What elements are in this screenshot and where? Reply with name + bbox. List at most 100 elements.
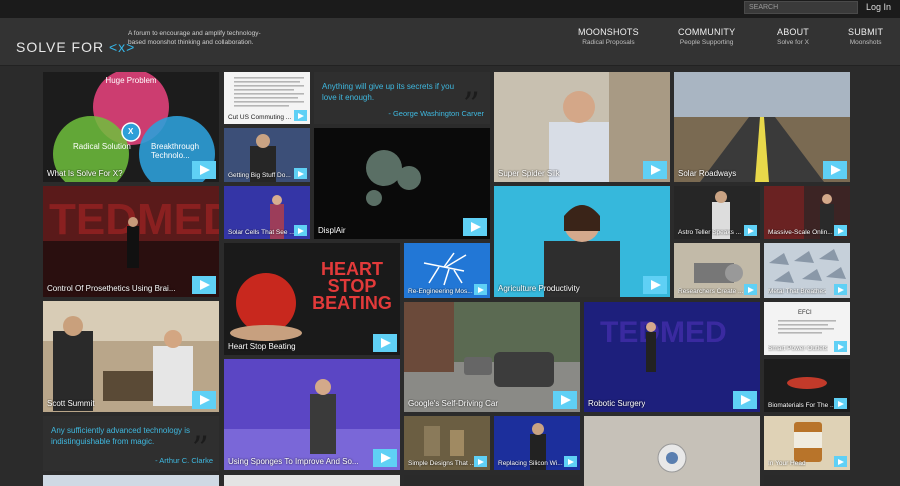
play-icon[interactable] [744,284,757,295]
play-icon[interactable] [192,391,216,409]
tile-caption: Astro Teller Speaks ... [678,229,742,236]
play-icon[interactable] [643,161,667,179]
tile-caption: Simple Designs That ... [408,460,476,467]
tile-getting-big-stuff-done[interactable]: Getting Big Stuff Do... [224,128,310,182]
tile-caption: Using Sponges To Improve And So... [228,457,359,466]
tile-solar-roadways[interactable]: Solar Roadways [674,72,850,182]
tile-partial[interactable] [764,475,850,486]
tile-caption: Biomaterials For The ... [768,402,836,409]
play-icon[interactable] [834,398,847,409]
tile-simple-designs[interactable]: Simple Designs That ... [404,416,490,470]
tile-solar-cells[interactable]: Solar Cells That See ... [224,186,310,239]
tile-smart-power-outlets[interactable]: EFCI Smart Power Outlets [764,302,850,355]
tile-caption: Robotic Surgery [588,399,646,408]
quote-clarke[interactable]: Any sufficiently advanced technology is … [43,416,219,471]
site-header: SOLVE FOR <x> A forum to encourage and a… [0,18,900,66]
play-icon[interactable] [553,391,577,409]
tile-robotic-surgery[interactable]: TEDMED Robotic Surgery [584,302,760,412]
tile-massive-scale-online[interactable]: Massive-Scale Onlin... [764,186,850,239]
play-icon[interactable] [463,218,487,236]
nav-title: COMMUNITY [678,27,736,37]
tile-agriculture-productivity[interactable]: Agriculture Productivity [494,186,670,297]
nav-moonshots[interactable]: MOONSHOTS Radical Proposals [578,27,639,46]
play-icon[interactable] [834,341,847,352]
play-icon[interactable] [834,284,847,295]
play-icon[interactable] [834,456,847,467]
tile-google-self-driving-car[interactable]: Google's Self-Driving Car [404,302,580,412]
tile-caption: Replacing Silicon Wi... [498,460,563,467]
tile-caption: Agriculture Productivity [498,284,580,293]
play-icon[interactable] [192,276,216,294]
nav-community[interactable]: COMMUNITY People Supporting [678,27,735,46]
nav-subtitle: Radical Proposals [582,39,635,46]
tile-astro-teller[interactable]: Astro Teller Speaks ... [674,186,760,239]
tile-super-spider-silk[interactable]: Super Spider Silk [494,72,670,182]
tile-using-sponges[interactable]: Using Sponges To Improve And So... [224,359,400,470]
quote-text: Anything will give up its secrets if you… [322,82,455,102]
tile-partial[interactable] [224,475,400,486]
tile-caption: Solar Roadways [678,169,737,178]
logo-text: SOLVE FOR [16,39,105,55]
tile-caption: Heart Stop Beating [228,342,296,351]
tile-caption: Solar Cells That See ... [228,229,295,236]
quote-carver[interactable]: Anything will give up its secrets if you… [314,72,490,124]
nav-subtitle: Moonshots [849,39,882,46]
logo[interactable]: SOLVE FOR <x> [16,39,135,55]
tile-researchers-create[interactable]: Researchers Create ... [674,243,760,298]
play-icon[interactable] [294,168,307,179]
nav-subtitle: People Supporting [679,39,734,46]
tile-caption: Metal That Breathes [768,288,827,295]
tile-caption: What Is Solve For X? [47,169,123,178]
tile-caption: Super Spider Silk [498,169,560,178]
tile-caption: Massive-Scale Onlin... [768,229,833,236]
login-link[interactable]: Log In [866,2,891,12]
diagram-tech-label: Breakthrough Technolo... [151,142,200,160]
tile-caption: DisplAir [318,226,346,235]
robot-image [584,416,760,486]
diagram-x-label: X [128,127,134,136]
play-icon[interactable] [294,110,307,121]
nav-submit[interactable]: SUBMIT Moonshots [848,27,883,46]
nav-title: ABOUT [777,27,810,37]
play-icon[interactable] [294,225,307,236]
quote-author: - Arthur C. Clarke [155,456,213,465]
tile-partial[interactable] [404,475,580,486]
tile-caption: Researchers Create ... [678,288,744,295]
tile-control-of-prosthetics[interactable]: TEDMED Control Of Prosethetics Using Bra… [43,186,219,297]
play-icon[interactable] [733,391,757,409]
tile-re-engineering-mosquitoes[interactable]: Re-Engineering Mos... [404,243,490,298]
play-icon[interactable] [373,449,397,467]
tile-in-your-head[interactable]: In Your Head [764,416,850,470]
play-icon[interactable] [744,225,757,236]
nav-title: MOONSHOTS [578,27,639,37]
tile-heart-stop-beating[interactable]: HEART STOP BEATING Heart Stop Beating [224,243,400,355]
tile-robot[interactable] [584,416,760,486]
tile-scott-summit[interactable]: Scott Summit [43,301,219,412]
diagram-solution-label: Radical Solution [73,142,131,151]
tile-what-is-solve-for-x[interactable]: Huge Problem X Radical Solution Breakthr… [43,72,219,182]
play-icon[interactable] [474,284,487,295]
tile-cut-us-commuting[interactable]: Cut US Commuting ... [224,72,310,124]
tagline: A forum to encourage and amplify technol… [128,30,261,46]
tile-partial[interactable] [43,475,219,486]
play-icon[interactable] [823,161,847,179]
thumb-efci-text: EFCI [798,310,812,316]
thumb-tedmed-text: TEDMED [600,316,727,349]
play-icon[interactable] [474,456,487,467]
tile-biomaterials[interactable]: Biomaterials For The ... [764,359,850,412]
tile-caption: Cut US Commuting ... [228,114,292,121]
nav-title: SUBMIT [848,27,884,37]
quote-text: Any sufficiently advanced technology is … [51,426,191,446]
play-icon[interactable] [192,161,216,179]
tile-metal-that-breathes[interactable]: Metal That Breathes [764,243,850,298]
play-icon[interactable] [373,334,397,352]
play-icon[interactable] [643,276,667,294]
play-icon[interactable] [834,225,847,236]
nav-about[interactable]: ABOUT Solve for X [777,27,809,46]
tile-displair[interactable]: DisplAir [314,128,490,239]
tile-replacing-silicon[interactable]: Replacing Silicon Wi... [494,416,580,470]
diagram-problem-label: Huge Problem [105,76,157,85]
tile-caption: Scott Summit [47,399,95,408]
search-input[interactable] [744,1,858,14]
play-icon[interactable] [564,456,577,467]
